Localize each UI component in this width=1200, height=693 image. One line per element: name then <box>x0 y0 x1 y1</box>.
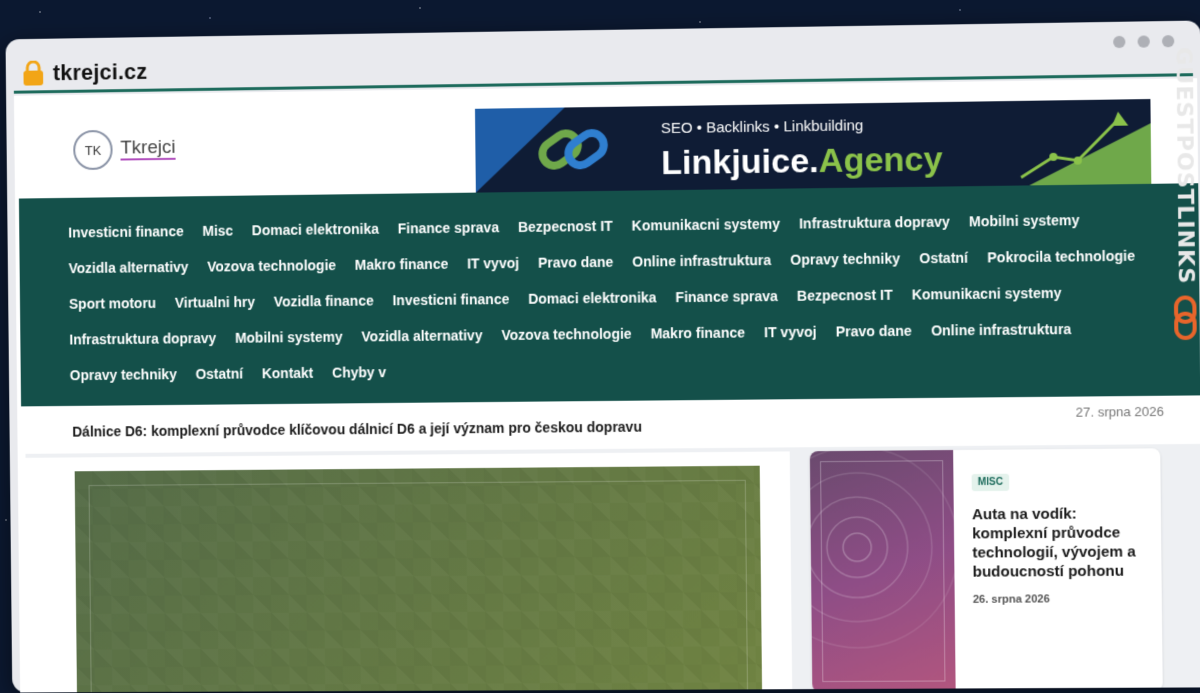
browser-window: tkrejci.cz TK Tkrejci SEO • Backlinks • … <box>3 0 1200 693</box>
window-dot-icon[interactable] <box>1137 35 1150 48</box>
side-article-image[interactable] <box>809 450 956 693</box>
nav-item[interactable]: Ostatní <box>195 363 243 385</box>
category-badge[interactable]: MISC <box>971 473 1010 492</box>
lock-icon <box>14 60 53 87</box>
main-navigation: Investicni finance Misc Domaci elektronika… <box>18 183 1200 407</box>
nav-item[interactable]: IT vyvoj <box>764 321 817 344</box>
nav-item[interactable]: Sport motoru <box>69 292 156 315</box>
nav-item[interactable]: Vozidla alternativy <box>361 324 482 347</box>
logo-text: Tkrejci <box>120 136 176 161</box>
web-page: TK Tkrejci SEO • Backlinks • Linkbuildin… <box>13 78 1200 693</box>
url-text[interactable]: tkrejci.cz <box>53 59 148 86</box>
nav-item[interactable]: Misc <box>202 220 233 242</box>
chain-link-icon <box>537 123 609 183</box>
nav-item[interactable]: Makro finance <box>355 253 449 276</box>
nav-item[interactable]: Finance sprava <box>398 216 500 239</box>
nav-item[interactable]: Online infrastruktura <box>632 249 771 273</box>
site-logo[interactable]: TK Tkrejci <box>73 129 176 171</box>
nav-item[interactable]: Vozova technologie <box>207 254 336 277</box>
nav-item[interactable]: IT vyvoj <box>467 252 519 275</box>
nav-item[interactable]: Mobilni systemy <box>969 209 1080 233</box>
nav-item[interactable]: Pravo dane <box>836 320 912 343</box>
window-controls <box>1113 35 1175 49</box>
side-article-card[interactable]: MISC Auta na vodík: komplexní průvodce t… <box>809 448 1163 693</box>
ad-banner[interactable]: SEO • Backlinks • Linkbuilding Linkjuice… <box>474 99 1152 193</box>
nav-item[interactable]: Mobilni systemy <box>235 326 343 349</box>
nav-item[interactable]: Investicni finance <box>68 220 184 243</box>
nav-item[interactable]: Infrastruktura dopravy <box>69 327 216 350</box>
nav-item[interactable]: Finance sprava <box>675 285 778 308</box>
watermark: GUESTPOSTLINKS <box>1162 47 1200 351</box>
headline-ticker: Dálnice D6: komplexní průvodce klíčovou … <box>17 395 1200 452</box>
nav-item[interactable]: Domaci elektronika <box>252 218 379 241</box>
main-content: MISC Auta na vodík: komplexní průvodce t… <box>25 443 1200 693</box>
nav-item[interactable]: Komunikacni systemy <box>912 282 1062 306</box>
nav-item[interactable]: Pravo dane <box>538 251 614 274</box>
featured-article[interactable] <box>25 451 793 693</box>
nav-item[interactable]: Bezpecnost IT <box>518 215 613 238</box>
window-dot-icon[interactable] <box>1161 35 1175 48</box>
image-frame <box>88 479 749 693</box>
banner-tagline: SEO • Backlinks • Linkbuilding <box>660 117 864 138</box>
browser-frame: tkrejci.cz TK Tkrejci SEO • Backlinks • … <box>5 20 1200 693</box>
nav-item[interactable]: Komunikacni systemy <box>632 213 781 237</box>
ticker-headline[interactable]: Dálnice D6: komplexní průvodce klíčovou … <box>72 419 642 440</box>
nav-item[interactable]: Bezpecnost IT <box>797 284 893 307</box>
nav-item[interactable]: Ostatní <box>919 247 968 270</box>
nav-item[interactable]: Vozidla finance <box>274 290 374 313</box>
nav-item[interactable]: Chyby v <box>332 361 386 383</box>
window-dot-icon[interactable] <box>1113 35 1126 49</box>
growth-chart-icon <box>1016 105 1139 186</box>
side-article-title[interactable]: Auta na vodík: komplexní průvodce techno… <box>972 504 1150 582</box>
nav-items: Investicni finance Misc Domaci elektronika… <box>68 208 1159 386</box>
ticker-date: 27. srpna 2026 <box>1075 403 1164 420</box>
nav-item[interactable]: Investicni finance <box>392 288 509 311</box>
nav-item[interactable]: Opravy techniky <box>790 247 900 270</box>
featured-image[interactable] <box>74 465 763 693</box>
logo-mark: TK <box>73 129 113 171</box>
side-article-body: MISC Auta na vodík: komplexní průvodce t… <box>971 471 1151 606</box>
nav-item[interactable]: Online infrastruktura <box>931 318 1072 342</box>
nav-item[interactable]: Vozova technologie <box>501 323 631 346</box>
watermark-text: GUESTPOSTLINKS <box>1170 46 1199 285</box>
nav-item[interactable]: Domaci elektronika <box>528 286 656 309</box>
banner-brand: Linkjuice.Agency <box>661 140 943 183</box>
chain-link-icon <box>1173 295 1198 345</box>
nav-item[interactable]: Makro finance <box>651 321 746 344</box>
side-article-date: 26. srpna 2026 <box>972 593 1050 606</box>
banner-brand-accent: Agency <box>818 140 943 181</box>
nav-item[interactable]: Pokrocila technologie <box>987 245 1135 269</box>
nav-item[interactable]: Vozidla alternativy <box>69 256 189 279</box>
image-frame <box>820 460 946 683</box>
banner-brand-main: Linkjuice. <box>661 141 819 183</box>
nav-item[interactable]: Kontakt <box>262 362 314 384</box>
nav-item[interactable]: Virtualni hry <box>175 291 256 314</box>
nav-item[interactable]: Infrastruktura dopravy <box>799 211 950 235</box>
nav-item[interactable]: Opravy techniky <box>70 363 177 386</box>
